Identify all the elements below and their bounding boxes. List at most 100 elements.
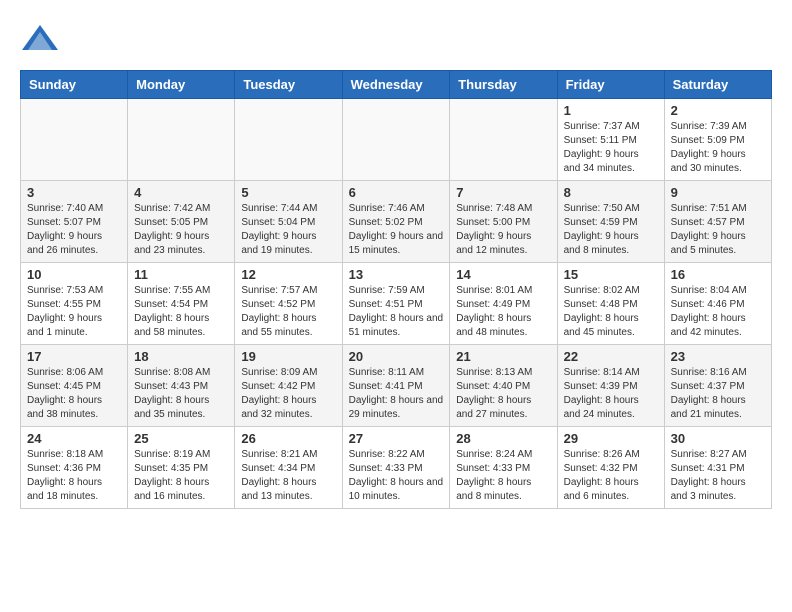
calendar-cell: 25 Sunrise: 8:19 AM Sunset: 4:35 PM Dayli… xyxy=(128,427,235,509)
day-info: Sunrise: 7:59 AM Sunset: 4:51 PM Dayligh… xyxy=(349,284,444,340)
calendar-cell: 13 Sunrise: 7:59 AM Sunset: 4:51 PM Dayli… xyxy=(342,263,450,345)
day-info: Sunrise: 8:13 AM Sunset: 4:40 PM Dayligh… xyxy=(456,366,550,422)
day-info: Sunrise: 7:48 AM Sunset: 5:00 PM Dayligh… xyxy=(456,202,550,258)
calendar-cell: 28 Sunrise: 8:24 AM Sunset: 4:33 PM Dayli… xyxy=(450,427,557,509)
day-info: Sunrise: 7:55 AM Sunset: 4:54 PM Dayligh… xyxy=(134,284,228,340)
day-info: Sunrise: 8:21 AM Sunset: 4:34 PM Dayligh… xyxy=(241,448,335,504)
day-info: Sunrise: 7:57 AM Sunset: 4:52 PM Dayligh… xyxy=(241,284,335,340)
day-number: 13 xyxy=(349,267,444,282)
day-number: 22 xyxy=(564,349,658,364)
day-number: 1 xyxy=(564,103,658,118)
calendar-cell: 17 Sunrise: 8:06 AM Sunset: 4:45 PM Dayli… xyxy=(21,345,128,427)
calendar-cell: 27Sunrise: 8:22 AM Sunset: 4:33 PM Dayli… xyxy=(342,427,450,509)
calendar-week-row: 17 Sunrise: 8:06 AM Sunset: 4:45 PM Dayli… xyxy=(21,345,772,427)
day-number: 24 xyxy=(27,431,121,446)
calendar-cell: 9 Sunrise: 7:51 AM Sunset: 4:57 PM Daylig… xyxy=(664,181,771,263)
day-info: Sunrise: 8:11 AM Sunset: 4:41 PM Dayligh… xyxy=(349,366,444,422)
calendar-cell: 6 Sunrise: 7:46 AM Sunset: 5:02 PM Daylig… xyxy=(342,181,450,263)
weekday-header: Tuesday xyxy=(235,71,342,99)
page-header xyxy=(20,20,772,60)
day-number: 25 xyxy=(134,431,228,446)
day-info: Sunrise: 7:46 AM Sunset: 5:02 PM Dayligh… xyxy=(349,202,444,258)
day-info: Sunrise: 8:26 AM Sunset: 4:32 PM Dayligh… xyxy=(564,448,658,504)
day-info: Sunrise: 7:51 AM Sunset: 4:57 PM Dayligh… xyxy=(671,202,765,258)
day-number: 20 xyxy=(349,349,444,364)
calendar-cell: 29 Sunrise: 8:26 AM Sunset: 4:32 PM Dayli… xyxy=(557,427,664,509)
day-number: 18 xyxy=(134,349,228,364)
calendar-week-row: 1 Sunrise: 7:37 AM Sunset: 5:11 PM Daylig… xyxy=(21,99,772,181)
day-number: 4 xyxy=(134,185,228,200)
day-number: 6 xyxy=(349,185,444,200)
day-info: Sunrise: 7:44 AM Sunset: 5:04 PM Dayligh… xyxy=(241,202,335,258)
day-number: 30 xyxy=(671,431,765,446)
calendar-cell: 11 Sunrise: 7:55 AM Sunset: 4:54 PM Dayli… xyxy=(128,263,235,345)
calendar-cell xyxy=(21,99,128,181)
weekday-header: Saturday xyxy=(664,71,771,99)
calendar-cell xyxy=(128,99,235,181)
calendar-cell: 23 Sunrise: 8:16 AM Sunset: 4:37 PM Dayli… xyxy=(664,345,771,427)
day-info: Sunrise: 7:42 AM Sunset: 5:05 PM Dayligh… xyxy=(134,202,228,258)
calendar-cell xyxy=(235,99,342,181)
calendar-cell: 8Sunrise: 7:50 AM Sunset: 4:59 PM Daylig… xyxy=(557,181,664,263)
day-number: 29 xyxy=(564,431,658,446)
calendar-cell: 16Sunrise: 8:04 AM Sunset: 4:46 PM Dayli… xyxy=(664,263,771,345)
day-number: 9 xyxy=(671,185,765,200)
day-number: 28 xyxy=(456,431,550,446)
day-number: 21 xyxy=(456,349,550,364)
calendar-cell xyxy=(342,99,450,181)
calendar-header-row: SundayMondayTuesdayWednesdayThursdayFrid… xyxy=(21,71,772,99)
weekday-header: Monday xyxy=(128,71,235,99)
day-number: 17 xyxy=(27,349,121,364)
day-info: Sunrise: 8:19 AM Sunset: 4:35 PM Dayligh… xyxy=(134,448,228,504)
day-info: Sunrise: 8:24 AM Sunset: 4:33 PM Dayligh… xyxy=(456,448,550,504)
weekday-header: Wednesday xyxy=(342,71,450,99)
calendar-cell: 26 Sunrise: 8:21 AM Sunset: 4:34 PM Dayli… xyxy=(235,427,342,509)
day-number: 26 xyxy=(241,431,335,446)
calendar-cell: 30 Sunrise: 8:27 AM Sunset: 4:31 PM Dayli… xyxy=(664,427,771,509)
day-number: 23 xyxy=(671,349,765,364)
calendar-week-row: 3 Sunrise: 7:40 AM Sunset: 5:07 PM Daylig… xyxy=(21,181,772,263)
calendar-cell: 4 Sunrise: 7:42 AM Sunset: 5:05 PM Daylig… xyxy=(128,181,235,263)
calendar-cell: 24Sunrise: 8:18 AM Sunset: 4:36 PM Dayli… xyxy=(21,427,128,509)
calendar-cell: 1 Sunrise: 7:37 AM Sunset: 5:11 PM Daylig… xyxy=(557,99,664,181)
day-info: Sunrise: 8:08 AM Sunset: 4:43 PM Dayligh… xyxy=(134,366,228,422)
calendar-body: 1 Sunrise: 7:37 AM Sunset: 5:11 PM Daylig… xyxy=(21,99,772,509)
logo-icon xyxy=(20,20,60,60)
day-info: Sunrise: 7:53 AM Sunset: 4:55 PM Dayligh… xyxy=(27,284,121,340)
calendar-cell: 22 Sunrise: 8:14 AM Sunset: 4:39 PM Dayli… xyxy=(557,345,664,427)
weekday-header: Friday xyxy=(557,71,664,99)
day-number: 2 xyxy=(671,103,765,118)
calendar-table: SundayMondayTuesdayWednesdayThursdayFrid… xyxy=(20,70,772,509)
calendar-week-row: 10 Sunrise: 7:53 AM Sunset: 4:55 PM Dayli… xyxy=(21,263,772,345)
weekday-header: Thursday xyxy=(450,71,557,99)
calendar-cell: 20 Sunrise: 8:11 AM Sunset: 4:41 PM Dayli… xyxy=(342,345,450,427)
day-info: Sunrise: 8:09 AM Sunset: 4:42 PM Dayligh… xyxy=(241,366,335,422)
calendar-cell: 2 Sunrise: 7:39 AM Sunset: 5:09 PM Daylig… xyxy=(664,99,771,181)
day-info: Sunrise: 8:16 AM Sunset: 4:37 PM Dayligh… xyxy=(671,366,765,422)
day-number: 10 xyxy=(27,267,121,282)
day-number: 8 xyxy=(564,185,658,200)
day-number: 14 xyxy=(456,267,550,282)
day-info: Sunrise: 8:02 AM Sunset: 4:48 PM Dayligh… xyxy=(564,284,658,340)
calendar-cell: 21 Sunrise: 8:13 AM Sunset: 4:40 PM Dayli… xyxy=(450,345,557,427)
calendar-cell: 7 Sunrise: 7:48 AM Sunset: 5:00 PM Daylig… xyxy=(450,181,557,263)
day-number: 11 xyxy=(134,267,228,282)
day-info: Sunrise: 8:27 AM Sunset: 4:31 PM Dayligh… xyxy=(671,448,765,504)
day-info: Sunrise: 7:40 AM Sunset: 5:07 PM Dayligh… xyxy=(27,202,121,258)
day-number: 12 xyxy=(241,267,335,282)
weekday-header: Sunday xyxy=(21,71,128,99)
day-info: Sunrise: 8:14 AM Sunset: 4:39 PM Dayligh… xyxy=(564,366,658,422)
day-number: 3 xyxy=(27,185,121,200)
day-info: Sunrise: 7:39 AM Sunset: 5:09 PM Dayligh… xyxy=(671,120,765,176)
calendar-cell: 5 Sunrise: 7:44 AM Sunset: 5:04 PM Daylig… xyxy=(235,181,342,263)
day-info: Sunrise: 7:37 AM Sunset: 5:11 PM Dayligh… xyxy=(564,120,658,176)
day-number: 7 xyxy=(456,185,550,200)
day-info: Sunrise: 8:04 AM Sunset: 4:46 PM Dayligh… xyxy=(671,284,765,340)
day-number: 5 xyxy=(241,185,335,200)
calendar-week-row: 24Sunrise: 8:18 AM Sunset: 4:36 PM Dayli… xyxy=(21,427,772,509)
day-info: Sunrise: 8:22 AM Sunset: 4:33 PM Dayligh… xyxy=(349,448,444,504)
calendar-cell: 3 Sunrise: 7:40 AM Sunset: 5:07 PM Daylig… xyxy=(21,181,128,263)
day-info: Sunrise: 8:06 AM Sunset: 4:45 PM Dayligh… xyxy=(27,366,121,422)
day-info: Sunrise: 8:01 AM Sunset: 4:49 PM Dayligh… xyxy=(456,284,550,340)
day-number: 15 xyxy=(564,267,658,282)
